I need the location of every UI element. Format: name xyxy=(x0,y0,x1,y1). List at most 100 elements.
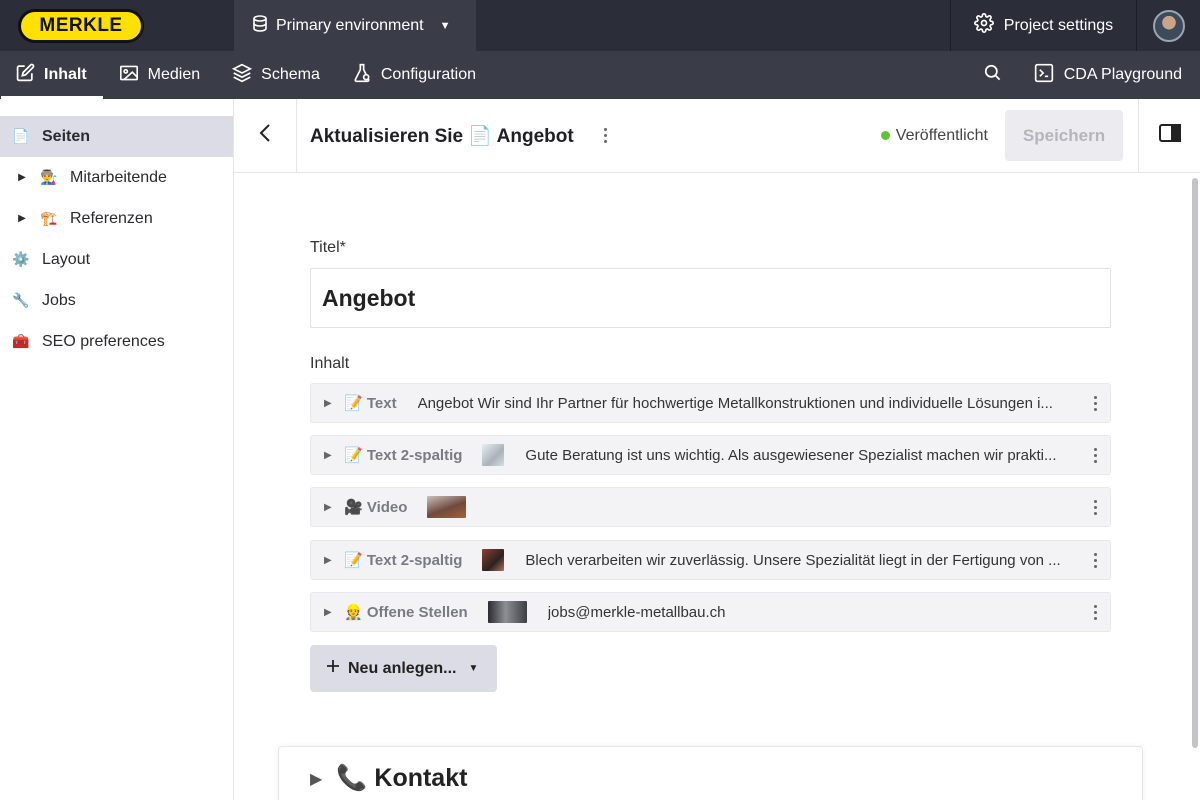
cda-playground-label: CDA Playground xyxy=(1063,66,1182,83)
page-icon: 📄 xyxy=(12,128,30,144)
search-icon xyxy=(983,63,1002,87)
block-type: 📝 Text xyxy=(344,395,397,412)
save-button[interactable]: Speichern xyxy=(1005,110,1123,161)
sidebar-item-seo-preferences[interactable]: 🧰 SEO preferences xyxy=(0,321,233,362)
database-icon xyxy=(252,14,268,37)
wrench-icon: 🔧 xyxy=(12,292,30,308)
project-settings-button[interactable]: Project settings xyxy=(950,0,1136,51)
fieldset-title: 📞 Kontakt xyxy=(336,764,468,792)
block-thumbnail xyxy=(487,601,527,623)
more-options-icon[interactable] xyxy=(1080,395,1110,411)
sidebar-item-mitarbeitende[interactable]: ▶ 👨‍🏭 Mitarbeitende xyxy=(0,157,233,198)
record-header: Aktualisieren Sie 📄 Angebot Veröffentlic… xyxy=(234,99,1200,173)
block-thumbnail xyxy=(482,444,505,466)
block-type: 📝 Text 2-spaltig xyxy=(344,447,463,464)
add-block-label: Neu anlegen... xyxy=(348,659,457,677)
status-badge: Veröffentlicht xyxy=(880,126,988,145)
content-block[interactable]: ▶ 🎥 Video xyxy=(310,487,1111,527)
search-button[interactable] xyxy=(966,51,1020,99)
block-type: 👷 Offene Stellen xyxy=(344,604,468,621)
terminal-icon xyxy=(1034,63,1054,88)
layers-icon xyxy=(231,63,253,88)
avatar xyxy=(1152,9,1185,42)
expand-icon[interactable]: ▶ xyxy=(324,607,338,618)
block-thumbnail xyxy=(427,496,467,518)
logo-area: MERKLE xyxy=(0,0,234,51)
sidebar-item-seiten[interactable]: 📄 Seiten xyxy=(0,116,233,157)
image-icon xyxy=(119,64,139,87)
sidebar-toggle-button[interactable] xyxy=(1138,99,1200,172)
fieldset-kontakt[interactable]: ▶ 📞 Kontakt xyxy=(278,746,1143,800)
construction-icon: 🏗️ xyxy=(40,210,58,226)
more-options-icon[interactable] xyxy=(598,128,614,143)
expand-icon[interactable]: ▶ xyxy=(12,172,32,183)
form-area: Titel* Inhalt ▶ 📝 Text Angebot Wir sind … xyxy=(234,174,1190,800)
sidebar-item-label: Mitarbeitende xyxy=(70,168,167,186)
nav-label: Configuration xyxy=(380,66,477,83)
nav-item-configuration[interactable]: Configuration xyxy=(336,51,492,99)
expand-icon[interactable]: ▶ xyxy=(324,450,338,461)
add-block-button[interactable]: Neu anlegen... ▼ xyxy=(310,645,497,692)
more-options-icon[interactable] xyxy=(1080,552,1110,568)
content-label: Inhalt xyxy=(310,355,350,372)
edit-icon xyxy=(16,63,35,87)
sidebar-item-jobs[interactable]: 🔧 Jobs xyxy=(0,280,233,321)
expand-icon[interactable]: ▶ xyxy=(310,769,322,789)
block-preview: Angebot Wir sind Ihr Partner für hochwer… xyxy=(417,394,1053,412)
environment-label: Primary environment xyxy=(276,16,424,34)
nav-label: Medien xyxy=(147,66,201,83)
more-options-icon[interactable] xyxy=(1080,447,1110,463)
status-dot xyxy=(880,131,890,140)
sidebar-item-layout[interactable]: ⚙️ Layout xyxy=(0,239,233,280)
caret-down-icon: ▼ xyxy=(468,663,479,674)
nav-item-schema[interactable]: Schema xyxy=(216,51,336,99)
title-input[interactable] xyxy=(310,268,1111,328)
content-block[interactable]: ▶ 👷 Offene Stellen jobs@merkle-metallbau… xyxy=(310,592,1111,632)
nav-label: Schema xyxy=(261,66,320,83)
top-bar: MERKLE Primary environment ▼ Project set… xyxy=(0,0,1200,51)
expand-icon[interactable]: ▶ xyxy=(324,502,338,513)
merkle-logo[interactable]: MERKLE xyxy=(18,8,144,43)
gear-icon xyxy=(973,13,994,38)
block-thumbnail xyxy=(482,549,505,571)
worker-icon: 👨‍🏭 xyxy=(40,169,58,185)
sidebar-item-label: Jobs xyxy=(42,291,76,309)
user-menu[interactable] xyxy=(1136,0,1200,51)
content-block[interactable]: ▶ 📝 Text Angebot Wir sind Ihr Partner fü… xyxy=(310,383,1111,423)
scrollbar[interactable] xyxy=(1192,178,1198,748)
cda-playground-button[interactable]: CDA Playground xyxy=(1020,51,1200,99)
project-settings-label: Project settings xyxy=(1003,16,1114,34)
sidebar-item-label: Layout xyxy=(42,250,91,268)
content-block[interactable]: ▶ 📝 Text 2-spaltig Gute Beratung ist uns… xyxy=(310,435,1111,475)
more-options-icon[interactable] xyxy=(1080,604,1110,620)
block-preview: Blech verarbeiten wir zuverlässig. Unser… xyxy=(525,551,1061,569)
chevron-left-icon xyxy=(259,123,271,148)
status-label: Veröffentlicht xyxy=(895,126,988,144)
block-type: 📝 Text 2-spaltig xyxy=(344,552,463,569)
plus-icon xyxy=(326,659,340,678)
nav-item-medien[interactable]: Medien xyxy=(103,51,216,99)
toolbox-icon: 🧰 xyxy=(12,333,30,349)
more-options-icon[interactable] xyxy=(1080,499,1110,515)
block-type: 🎥 Video xyxy=(344,499,408,516)
sidebar-item-label: Referenzen xyxy=(70,209,153,227)
panel-right-icon xyxy=(1158,124,1181,147)
gear-icon: ⚙️ xyxy=(12,251,30,267)
nav-item-inhalt[interactable]: Inhalt xyxy=(0,51,103,99)
nav-bar: Inhalt Medien Schema Configuration CDA P… xyxy=(0,51,1200,99)
page-title: Aktualisieren Sie 📄 Angebot xyxy=(310,125,574,147)
back-button[interactable] xyxy=(234,99,297,172)
sidebar-item-label: Seiten xyxy=(42,127,91,145)
title-label: Titel* xyxy=(310,239,346,256)
nav-label: Inhalt xyxy=(44,66,87,83)
expand-icon[interactable]: ▶ xyxy=(324,398,338,409)
content-block[interactable]: ▶ 📝 Text 2-spaltig Blech verarbeiten wir… xyxy=(310,540,1111,580)
sidebar: 📄 Seiten ▶ 👨‍🏭 Mitarbeitende ▶ 🏗️ Refere… xyxy=(0,99,234,800)
sidebar-item-label: SEO preferences xyxy=(42,332,165,350)
environment-selector[interactable]: Primary environment ▼ xyxy=(234,0,476,51)
caret-down-icon: ▼ xyxy=(439,19,451,32)
sidebar-item-referenzen[interactable]: ▶ 🏗️ Referenzen xyxy=(0,198,233,239)
expand-icon[interactable]: ▶ xyxy=(324,555,338,566)
expand-icon[interactable]: ▶ xyxy=(12,213,32,224)
flask-icon xyxy=(352,63,372,88)
